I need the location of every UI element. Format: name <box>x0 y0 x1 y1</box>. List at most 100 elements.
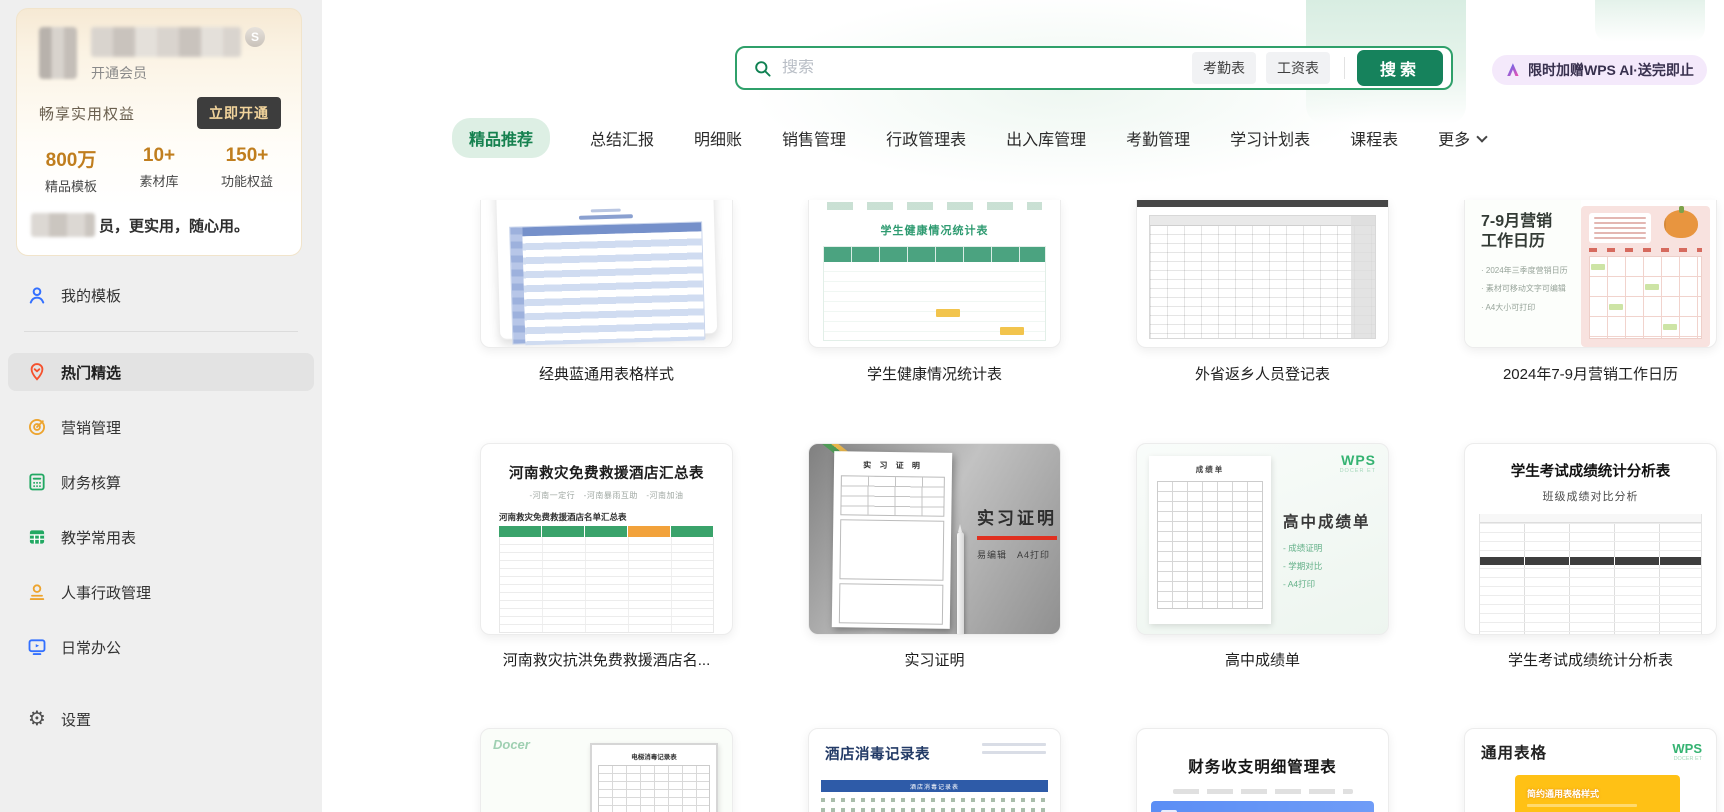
thumb-heading: 高中成绩单 <box>1283 514 1371 531</box>
tab-attendance[interactable]: 考勤管理 <box>1126 126 1190 150</box>
thumb-panel-title: 简约通用表格样式 <box>1527 789 1600 799</box>
template-title: 高中成绩单 <box>1224 652 1300 669</box>
template-thumbnail: 财务收支明细管理表 <box>1136 728 1389 812</box>
template-thumbnail: Docer 电梯消毒记录表 电梯消毒记录表 <box>480 728 733 812</box>
join-member-label: 开通会员 <box>91 65 147 81</box>
template-title: 经典蓝通用表格样式 <box>538 366 674 383</box>
sidebar-item-hot-picks[interactable]: 热门精选 <box>8 353 314 391</box>
thumb-tags: -河南一定行 -河南暴雨互助 -河南加油 <box>529 491 684 500</box>
template-title: 河南救灾抗洪免费救援酒店名... <box>502 652 711 669</box>
stat-label: 精品模板 <box>44 179 97 194</box>
sidebar-item-teaching[interactable]: 教学常用表 <box>8 518 314 556</box>
benefit-text: 畅享实用权益 <box>39 105 136 123</box>
thumb-heading: 酒店消毒记录表 <box>825 747 930 763</box>
doc-title: 实 习 证 明 <box>863 460 923 471</box>
sidebar-item-my-templates[interactable]: 我的模板 <box>8 276 314 314</box>
thumb-blue-banner <box>1151 801 1374 812</box>
template-thumbnail: 7-9月营销 工作日历 · 2024年三季度营销日历 · 素材可移动文字可编辑 … <box>1464 200 1717 348</box>
template-thumbnail: 学生考试成绩统计分析表 班级成绩对比分析 <box>1464 443 1717 635</box>
template-thumbnail: 通用表格 WPS DOCER ET 简约通用表格样式 <box>1464 728 1717 812</box>
decorative-blob <box>1595 0 1705 42</box>
activate-membership-button[interactable]: 立即开通 <box>197 97 281 129</box>
target-icon <box>26 416 48 438</box>
avatar[interactable] <box>39 27 77 79</box>
thumb-heading: 财务收支明细管理表 <box>1188 759 1337 776</box>
wps-docer-logo: WPS DOCER ET <box>1339 452 1376 474</box>
stat-value: 10+ <box>142 145 176 166</box>
doc-title: 成绩单 <box>1195 465 1225 474</box>
tab-featured[interactable]: 精品推荐 <box>452 118 551 158</box>
sidebar-item-hr-admin[interactable]: 人事行政管理 <box>8 573 314 611</box>
sidebar-item-label: 教学常用表 <box>61 529 137 547</box>
sidebar-item-finance[interactable]: 财务核算 <box>8 463 314 501</box>
doc-title: 电梯消毒记录表 <box>631 754 677 761</box>
search-icon <box>753 59 772 78</box>
monitor-icon <box>26 636 48 658</box>
tab-inventory[interactable]: 出入库管理 <box>1006 126 1086 150</box>
template-thumbnail: 学生健康情况统计表 <box>808 200 1061 348</box>
thumb-heading: 通用表格 <box>1481 745 1548 762</box>
username-blurred <box>91 27 241 57</box>
sidebar-item-label: 财务核算 <box>61 474 122 492</box>
membership-stats: 800万 精品模板 10+ 素材库 150+ 功能权益 <box>17 129 301 195</box>
user-icon <box>26 284 48 306</box>
tab-summary-report[interactable]: 总结汇报 <box>590 126 654 150</box>
stamp-person-icon <box>26 581 48 603</box>
template-thumbnail: 成绩单 WPS DOCER ET 高中成绩单 - 成绩证明 - 学期对比 - A… <box>1136 443 1389 635</box>
quick-tag-attendance[interactable]: 考勤表 <box>1192 52 1256 84</box>
template-title: 学生考试成绩统计分析表 <box>1507 652 1673 669</box>
sidebar-item-daily-office[interactable]: 日常办公 <box>8 628 314 666</box>
tab-more[interactable]: 更多 <box>1438 126 1488 150</box>
sidebar-item-label: 设置 <box>61 711 92 729</box>
sidebar-nav: 我的模板 热门精选 营销管理 财务核算 教学常用表 人事行政管理 日常办公 ⚙ … <box>8 276 314 755</box>
membership-tagline: 员，更实用，随心用。 <box>99 217 250 235</box>
thumb-feature-line <box>1172 789 1353 794</box>
thumb-subtitle: 班级成绩对比分析 <box>1542 491 1639 503</box>
tab-admin-management[interactable]: 行政管理表 <box>886 126 966 150</box>
template-thumbnail <box>480 200 733 348</box>
stat-value: 150+ <box>225 145 269 166</box>
vip-badge-icon: S <box>245 27 265 47</box>
checkmark-rows <box>821 798 1048 812</box>
thumb-heading: 7-9月营销 工作日历 <box>1481 213 1553 250</box>
sidebar-item-marketing[interactable]: 营销管理 <box>8 408 314 446</box>
sidebar-item-label: 日常办公 <box>61 639 122 657</box>
search-input[interactable] <box>782 59 1182 77</box>
template-thumbnail: 酒店消毒记录表 酒店消毒记录表 <box>808 728 1061 812</box>
thumb-heading: 实习证明 <box>977 509 1057 528</box>
template-thumbnail: 河南救灾免费救援酒店汇总表 -河南一定行 -河南暴雨互助 -河南加油 河南救灾免… <box>480 443 733 635</box>
tab-sales-management[interactable]: 销售管理 <box>782 126 846 150</box>
template-title: 学生健康情况统计表 <box>866 366 1002 383</box>
sidebar-item-settings[interactable]: ⚙ 设置 <box>8 700 314 738</box>
sidebar-divider <box>24 331 298 332</box>
docer-logo: Docer <box>493 737 530 752</box>
stat-label: 功能权益 <box>220 174 273 189</box>
template-thumbnail: 实 习 证 明 实习证明 易编辑 A4打印 <box>808 443 1061 635</box>
tab-timetable[interactable]: 课程表 <box>1350 126 1398 150</box>
table-icon <box>26 526 48 548</box>
wps-docer-logo: WPS DOCER ET <box>1672 741 1702 762</box>
quick-tag-payroll[interactable]: 工资表 <box>1266 52 1330 84</box>
gear-icon: ⚙ <box>28 708 46 730</box>
tab-detail-ledger[interactable]: 明细账 <box>694 126 742 150</box>
pen-illustration <box>957 524 964 634</box>
search-bar: 考勤表 工资表 搜索 <box>735 46 1453 90</box>
membership-card: S 开通会员 畅享实用权益 立即开通 800万 精品模板 10+ 素材库 150… <box>16 8 302 256</box>
template-title: 实习证明 <box>904 652 965 669</box>
sidebar: S 开通会员 畅享实用权益 立即开通 800万 精品模板 10+ 素材库 150… <box>0 0 322 812</box>
wps-ai-banner-text: 限时加赠WPS AI·送完即止 <box>1528 62 1694 78</box>
thumb-note-lines <box>982 743 1046 764</box>
divider <box>1344 57 1345 79</box>
tagline-blurred <box>31 213 95 237</box>
thumb-subtitle: 易编辑 A4打印 <box>977 550 1051 560</box>
category-tabs: 精品推荐 总结汇报 明细账 销售管理 行政管理表 出入库管理 考勤管理 学习计划… <box>452 118 1652 158</box>
search-button[interactable]: 搜索 <box>1357 50 1443 86</box>
sidebar-item-label: 我的模板 <box>61 287 122 305</box>
sidebar-item-label: 热门精选 <box>61 364 122 382</box>
wps-ai-banner[interactable]: 限时加赠WPS AI·送完即止 <box>1492 55 1707 85</box>
chevron-down-icon <box>1476 130 1488 143</box>
template-title: 外省返乡人员登记表 <box>1194 366 1330 383</box>
thumb-band-title: 酒店消毒记录表 <box>909 784 959 791</box>
thumb-heading: 学生考试成绩统计分析表 <box>1510 464 1671 480</box>
tab-study-plan[interactable]: 学习计划表 <box>1230 126 1310 150</box>
